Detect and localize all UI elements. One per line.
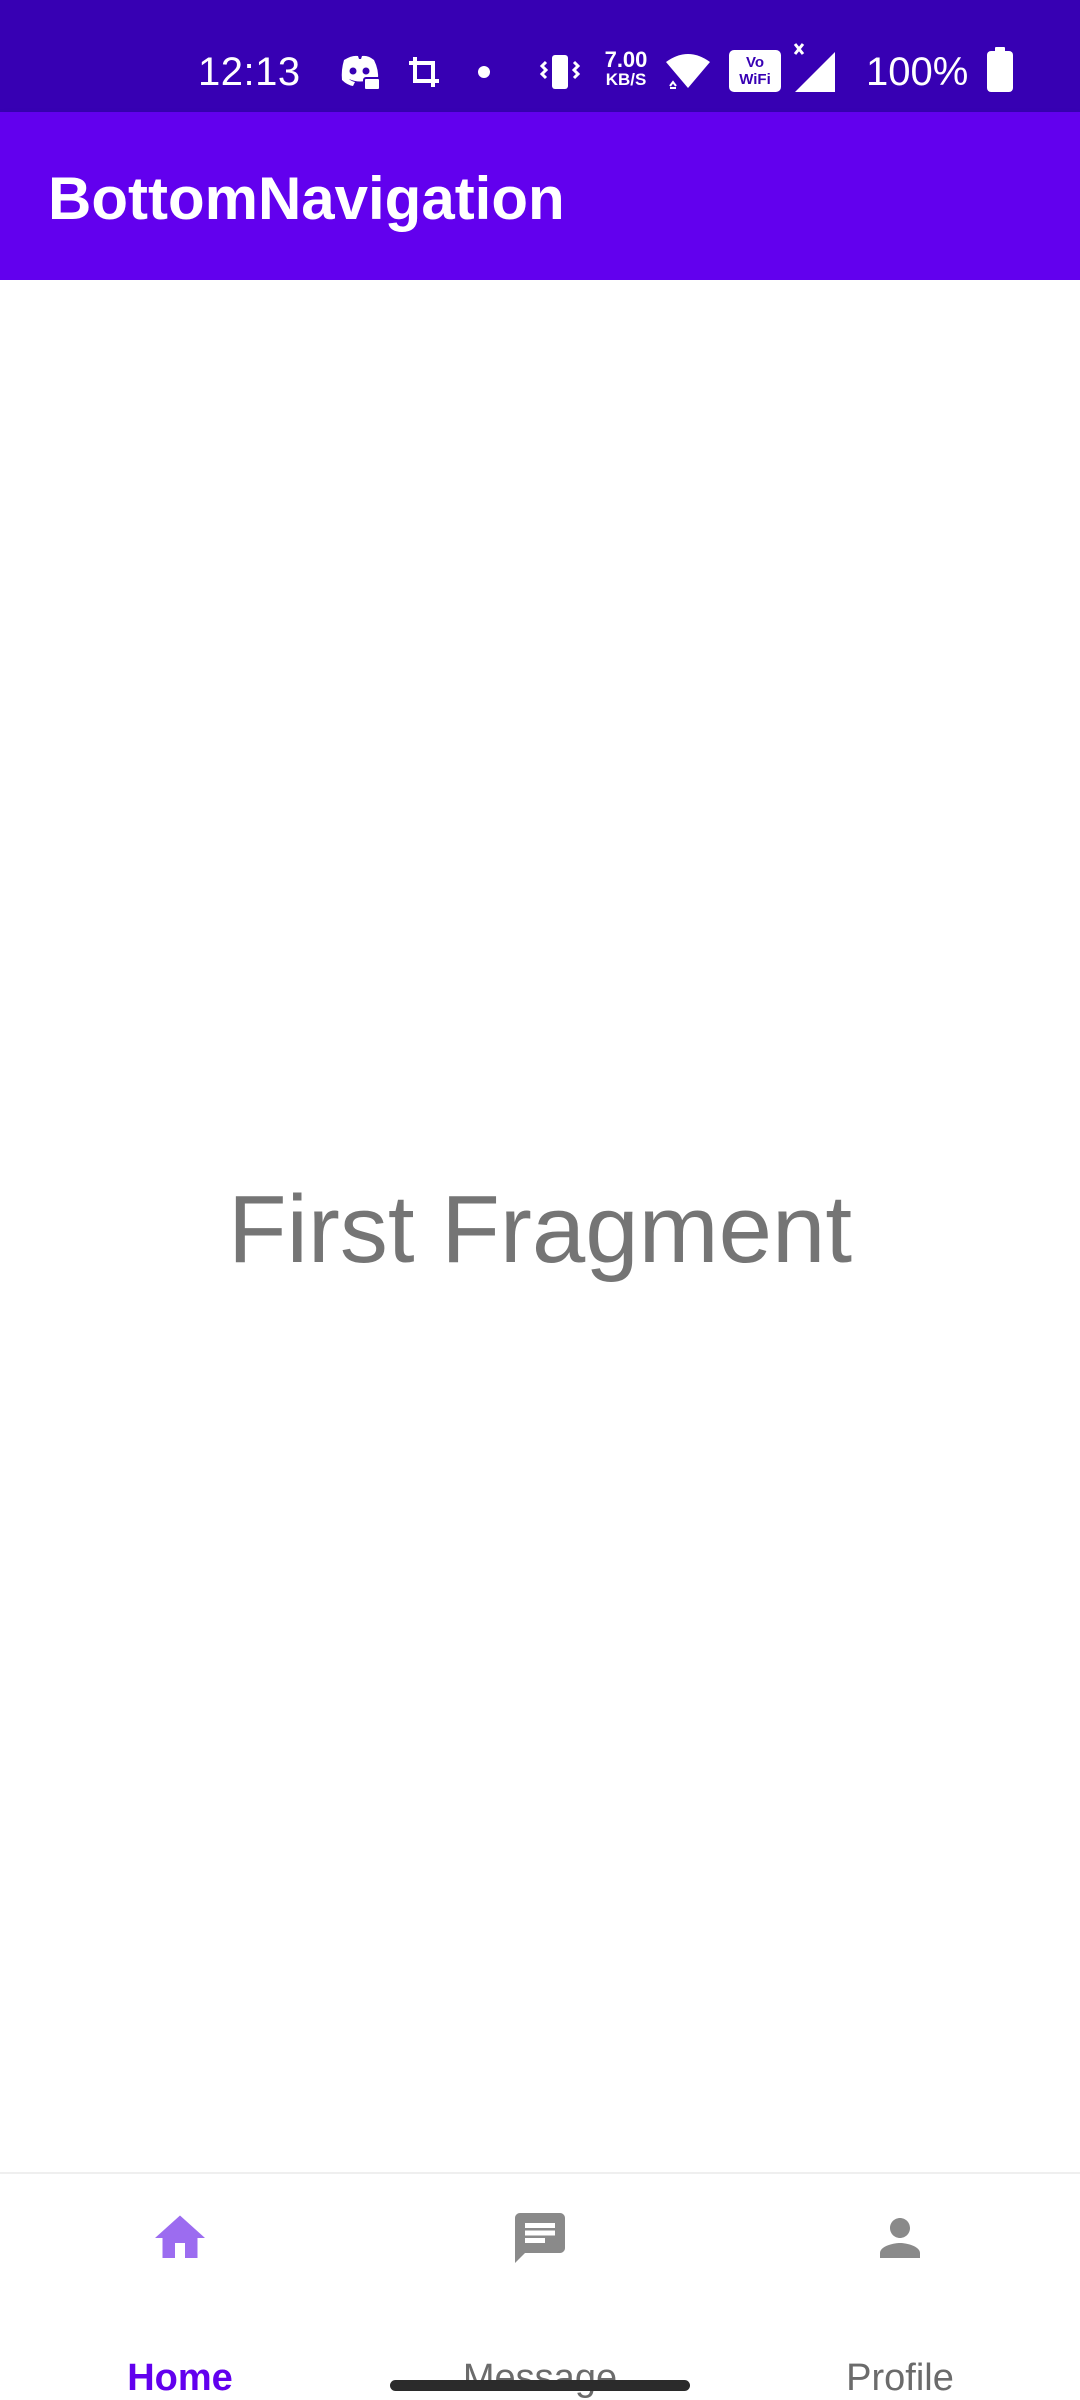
wifi-icon [662,48,714,96]
person-icon [870,2208,930,2268]
vowifi-icon: Vo WiFi [729,50,781,92]
status-time: 12:13 [198,50,301,94]
vowifi-top: Vo [745,54,765,71]
signal-icon [792,42,840,96]
dot-icon [474,48,494,96]
vowifi-bottom: WiFi [739,71,771,88]
home-icon [150,2208,210,2268]
nav-item-profile[interactable]: Profile [720,2174,1080,2400]
battery-icon [982,44,1018,96]
nav-label-profile: Profile [846,2357,954,2399]
net-speed-unit: KB/S [605,70,647,89]
nav-item-home[interactable]: Home [0,2174,360,2400]
discord-icon [336,48,384,96]
vibrate-icon [538,48,582,96]
fragment-text: First Fragment [227,1176,853,1283]
app-title: BottomNavigation [48,165,565,232]
gesture-handle[interactable] [390,2380,690,2391]
net-speed-value: 7.00 [604,47,648,72]
screen: 12:13 7.00 KB/S Vo WiFi 100% BottomNavig… [0,0,1080,2400]
nav-item-message[interactable]: Message [360,2174,720,2400]
nav-label-home: Home [127,2357,233,2399]
app-bar: BottomNavigation [0,112,1080,280]
message-icon [510,2208,570,2268]
battery-percent: 100% [866,50,969,94]
fragment-container: First Fragment [0,280,1080,2172]
nav-label-message: Message [462,2357,618,2399]
bottom-navigation: Home Message Profile [0,2172,1080,2400]
net-speed: 7.00 KB/S [598,47,654,90]
crop-icon [404,48,444,96]
status-bar: 12:13 7.00 KB/S Vo WiFi 100% [0,0,1080,112]
